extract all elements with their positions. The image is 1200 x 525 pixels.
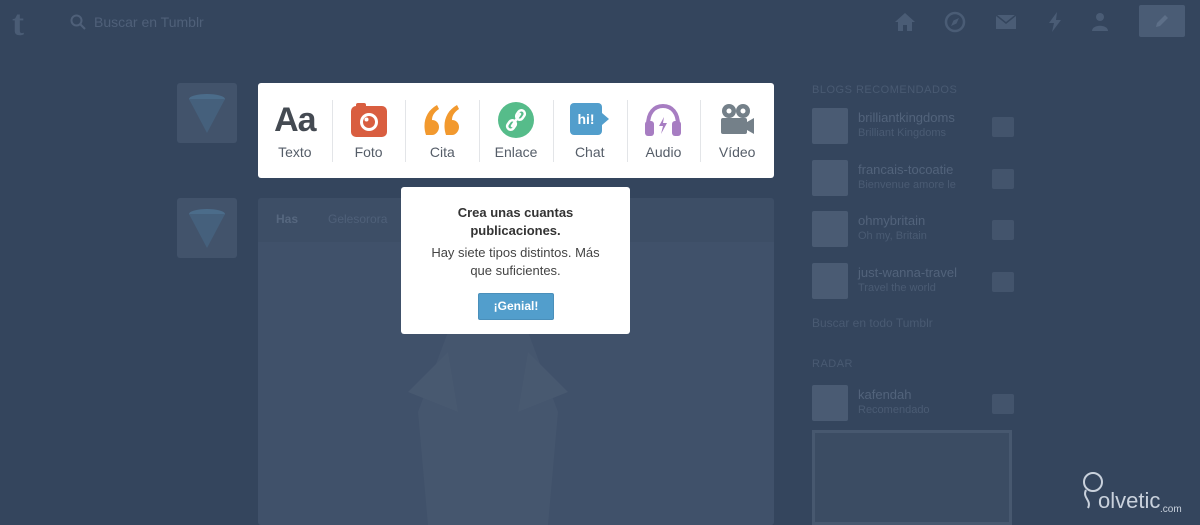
post-type-photo[interactable]: Foto <box>331 83 406 178</box>
post-type-label: Vídeo <box>718 144 756 160</box>
tooltip-body: Hay siete tipos distintos. Más que sufic… <box>431 245 600 278</box>
search-input[interactable]: Buscar en Tumblr <box>94 14 204 30</box>
blog-name[interactable]: kafendah <box>858 387 912 402</box>
blog-name[interactable]: just-wanna-travel <box>858 265 957 280</box>
blog-subtitle: Travel the world <box>858 282 936 294</box>
watermark-text: olvetic <box>1098 488 1161 513</box>
blog-avatar <box>812 108 848 144</box>
blog-avatar <box>812 211 848 247</box>
top-header: t Buscar en Tumblr <box>0 0 1200 46</box>
blog-subtitle: Brilliant Kingdoms <box>858 127 947 139</box>
tooltip-title: Crea unas cuantas publicaciones. <box>457 205 574 238</box>
post-type-label: Cita <box>429 144 455 160</box>
list-item[interactable]: brilliantkingdoms Brilliant Kingdoms <box>812 108 1016 146</box>
recommended-blogs-title: BLOGS RECOMENDADOS <box>812 84 958 96</box>
explore-icon[interactable] <box>943 10 967 34</box>
onboarding-tooltip: Crea unas cuantas publicaciones. Hay sie… <box>401 187 630 334</box>
inbox-icon[interactable] <box>994 10 1018 34</box>
post-type-label: Enlace <box>494 144 538 160</box>
blog-name[interactable]: brilliantkingdoms <box>858 110 955 125</box>
post-author[interactable]: Has <box>276 212 298 226</box>
search-bar[interactable]: Buscar en Tumblr <box>70 12 204 32</box>
avatar-cone-icon <box>189 209 225 248</box>
tumblr-logo[interactable]: t <box>12 5 24 41</box>
follow-button[interactable] <box>992 117 1014 137</box>
compose-button[interactable] <box>1139 5 1185 37</box>
list-item[interactable]: francais-tocoatie Bienvenue amore le <box>812 160 1016 198</box>
post-type-selector: Aa Texto Foto Cita Enlace hi! Chat Audio… <box>258 83 774 178</box>
follow-button[interactable] <box>992 220 1014 240</box>
post-type-chat[interactable]: hi! Chat <box>552 83 627 178</box>
link-icon <box>498 102 535 138</box>
blog-name[interactable]: francais-tocoatie <box>858 162 953 177</box>
radar-title: RADAR <box>812 358 854 370</box>
home-icon[interactable] <box>893 10 917 34</box>
avatar-post[interactable] <box>177 198 237 258</box>
video-camera-icon <box>721 104 755 134</box>
blog-subtitle: Bienvenue amore le <box>858 179 956 191</box>
post-type-quote[interactable]: Cita <box>405 83 479 178</box>
blog-name[interactable]: ohmybritain <box>858 213 925 228</box>
follow-button[interactable] <box>992 169 1014 189</box>
camera-icon <box>350 103 387 137</box>
blog-avatar <box>812 160 848 196</box>
post-type-link[interactable]: Enlace <box>479 83 553 178</box>
chat-icon: hi! <box>569 103 609 135</box>
post-reblog-source[interactable]: Gelesorora <box>328 212 387 226</box>
search-icon <box>70 14 86 30</box>
blog-subtitle: Recomendado <box>858 404 930 416</box>
avatar[interactable] <box>177 83 237 143</box>
activity-icon[interactable] <box>1043 10 1067 34</box>
text-icon: Aa <box>274 101 316 139</box>
account-icon[interactable] <box>1088 10 1112 34</box>
radar-post-preview[interactable] <box>812 430 1012 525</box>
compose-icon <box>1156 15 1168 27</box>
quote-icon <box>424 105 460 135</box>
blog-avatar <box>812 385 848 421</box>
post-type-label: Audio <box>645 144 682 160</box>
watermark-domain: .com <box>1160 504 1182 515</box>
svg-text:hi!: hi! <box>577 111 594 127</box>
post-type-video[interactable]: Vídeo <box>700 83 774 178</box>
post-type-label: Texto <box>278 144 312 160</box>
avatar-cone-icon <box>189 94 225 133</box>
headphones-icon <box>645 103 682 136</box>
post-type-label: Chat <box>574 144 605 160</box>
post-type-label: Foto <box>354 144 383 160</box>
follow-button[interactable] <box>992 272 1014 292</box>
search-all-link[interactable]: Buscar en todo Tumblr <box>812 316 933 330</box>
got-it-button[interactable]: ¡Genial! <box>478 293 554 320</box>
list-item[interactable]: just-wanna-travel Travel the world <box>812 263 1016 301</box>
blog-avatar <box>812 263 848 299</box>
radar-blog-row[interactable]: kafendah Recomendado <box>812 385 1016 423</box>
post-type-text[interactable]: Aa Texto <box>258 83 332 178</box>
post-type-audio[interactable]: Audio <box>626 83 701 178</box>
list-item[interactable]: ohmybritain Oh my, Britain <box>812 211 1016 249</box>
blog-subtitle: Oh my, Britain <box>858 230 927 242</box>
follow-button[interactable] <box>992 394 1014 414</box>
